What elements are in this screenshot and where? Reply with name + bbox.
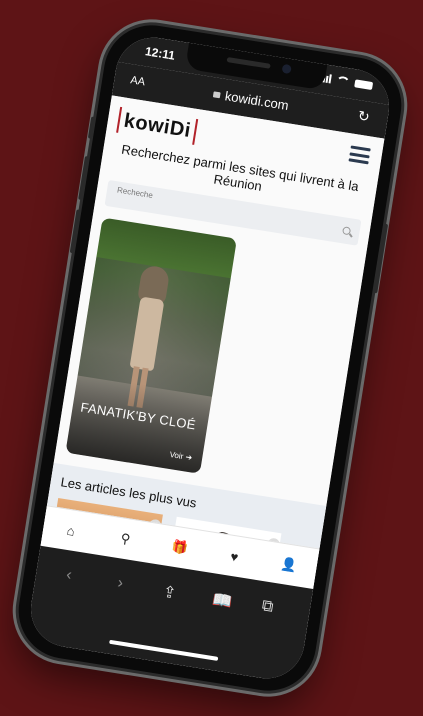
tabs-icon[interactable]: ⧉: [260, 597, 275, 617]
battery-icon: [354, 78, 374, 90]
volume-up-button: [78, 155, 90, 201]
clock: 12:11: [144, 44, 176, 63]
status-icons: [319, 73, 374, 90]
speaker: [226, 57, 271, 69]
phone-frame: 12:11 AA kowidi.com ↻ kowiDi Recherchez …: [11, 18, 409, 698]
bookmarks-icon[interactable]: 📖: [211, 589, 234, 612]
gift-icon[interactable]: 🎁: [169, 537, 192, 558]
user-icon[interactable]: 👤: [278, 554, 301, 575]
site-logo[interactable]: kowiDi: [116, 106, 199, 145]
search-placeholder: Recheche: [116, 185, 154, 200]
heart-icon[interactable]: ♥: [223, 546, 246, 567]
wifi-icon: [335, 75, 351, 87]
forward-icon[interactable]: ›: [116, 574, 124, 593]
lock-icon: [212, 91, 221, 99]
mute-switch: [87, 116, 96, 139]
menu-icon[interactable]: [348, 145, 371, 165]
url-text: kowidi.com: [223, 88, 290, 114]
front-camera: [281, 63, 292, 75]
search-icon[interactable]: ⚲: [114, 529, 137, 550]
featured-brand-card[interactable]: FANATIK'BY CLOÉ Voir ➔: [65, 217, 237, 474]
phone-screen: 12:11 AA kowidi.com ↻ kowiDi Recherchez …: [25, 32, 395, 684]
share-icon[interactable]: ⇪: [161, 582, 177, 604]
search-icon[interactable]: [342, 226, 352, 236]
home-indicator[interactable]: [109, 639, 219, 661]
power-button: [373, 223, 389, 294]
back-icon[interactable]: ‹: [65, 566, 73, 585]
volume-down-button: [69, 209, 81, 254]
home-icon[interactable]: ⌂: [60, 520, 83, 541]
